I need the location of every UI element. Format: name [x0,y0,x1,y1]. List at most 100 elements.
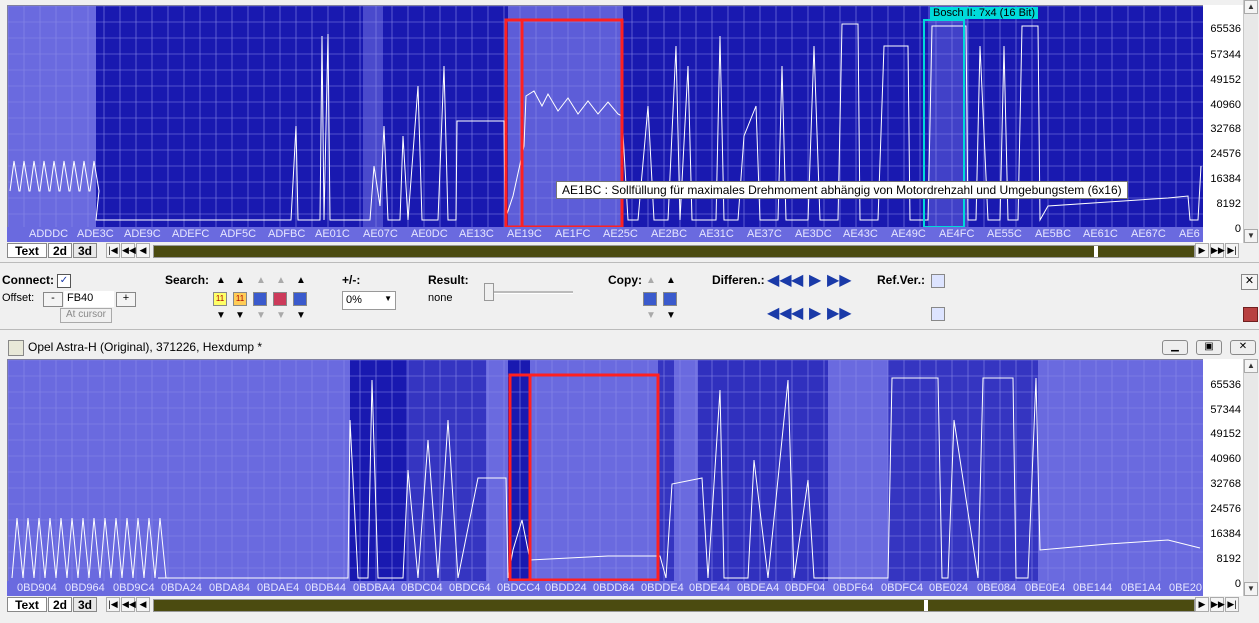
nav-fast-back-icon[interactable]: ◀◀ [121,243,136,258]
search-up-4-icon[interactable]: ▲ [276,276,286,286]
close-button[interactable]: ✕ [1230,340,1256,355]
minimize-button[interactable]: ▁ [1162,340,1188,355]
overview-position-marker[interactable] [1094,246,1098,257]
nav-first-icon[interactable]: |◀ [106,243,120,258]
search-up-3-icon[interactable]: ▲ [256,276,266,286]
search-down-3-icon[interactable]: ▼ [256,311,266,321]
scroll-up-arrow-icon[interactable]: ▲ [1244,0,1258,14]
search-value-diff-button[interactable]: 11 [233,292,247,306]
x-label: 0BDA84 [209,582,250,594]
plusminus-select[interactable]: 0% ▼ [342,291,396,310]
copy-up-1-icon[interactable]: ▲ [646,276,656,286]
x-label: AE61C [1083,228,1118,240]
chevron-down-icon[interactable]: ▼ [384,294,392,303]
differen-label: Differen.: [712,273,765,287]
x-label: 0BDD24 [545,582,587,594]
search-up-1-icon[interactable]: ▲ [216,276,226,286]
overview-strip[interactable] [153,599,1195,612]
diff-next-icon[interactable]: ▶ [809,273,821,289]
offset-input[interactable]: FB40 [64,291,114,307]
tab-2d[interactable]: 2d [48,597,72,612]
diff2-next-icon[interactable]: ▶ [809,306,821,322]
nav-back-icon[interactable]: ◀ [136,597,150,612]
copy-down-2-icon[interactable]: ▼ [666,311,676,321]
diff2-last-icon[interactable]: ▶▶ [827,306,852,322]
result-slider-track[interactable] [485,291,573,294]
search-value-button[interactable]: 11 [213,292,227,306]
search-map-button[interactable] [253,292,267,306]
diff-prev-icon[interactable]: ◀ [791,273,803,289]
tab-2d[interactable]: 2d [48,243,72,258]
copy-up-2-icon[interactable]: ▲ [666,276,676,286]
search-map-diff-button[interactable] [273,292,287,306]
nav-forward-icon[interactable]: ▶ [1195,243,1209,258]
scroll-down-arrow-icon[interactable]: ▼ [1244,229,1258,243]
search-down-4-icon[interactable]: ▼ [276,311,286,321]
x-label: AE6 [1179,228,1200,240]
y-tick: 65536 [1210,23,1241,35]
refver-window-2-icon[interactable] [931,307,945,321]
search-table-button[interactable] [293,292,307,306]
nav-first-icon[interactable]: |◀ [106,597,120,612]
scroll-down-arrow-icon[interactable]: ▼ [1244,582,1258,596]
overview-strip[interactable] [153,245,1195,258]
bottom-vertical-scrollbar[interactable]: ▲ ▼ [1243,359,1258,596]
diff-first-icon[interactable]: ◀◀ [767,273,792,289]
connect-checkbox[interactable]: ✓ [57,274,71,288]
x-label: 0BE20 [1169,582,1203,594]
restore-button[interactable]: ▣ [1196,340,1222,355]
bottom-hexdump-pane: 65536 57344 49152 40960 32768 24576 1638… [0,359,1259,623]
bottom-x-axis-labels: 0BD904 0BD964 0BD9C4 0BDA24 0BDA84 0BDAE… [7,581,1203,596]
copy-table-button[interactable] [663,292,677,306]
result-slider-thumb[interactable] [484,283,494,301]
top-vertical-scrollbar[interactable]: ▲ ▼ [1243,0,1258,243]
offset-minus-button[interactable]: - [43,292,63,307]
y-tick: 0 [1234,223,1241,235]
diff2-prev-icon[interactable]: ◀ [791,306,803,322]
search-down-2-icon[interactable]: ▼ [235,311,245,321]
nav-back-icon[interactable]: ◀ [136,243,150,258]
y-tick: 40960 [1210,453,1241,465]
search-up-5-icon[interactable]: ▲ [296,276,306,286]
x-label: AE67C [1131,228,1166,240]
overview-position-marker[interactable] [924,600,928,611]
plusminus-label: +/-: [342,273,361,287]
nav-last-icon[interactable]: ▶| [1225,243,1239,258]
copy-down-1-icon[interactable]: ▼ [646,311,656,321]
close-toolbar-icon[interactable]: ✕ [1241,274,1258,290]
map-tag-label[interactable]: Bosch II: 7x4 (16 Bit) [930,7,1039,19]
offset-label: Offset: [2,292,35,304]
nav-forward-icon[interactable]: ▶ [1195,597,1209,612]
search-down-5-icon[interactable]: ▼ [296,311,306,321]
book-icon[interactable] [1243,307,1258,322]
y-tick: 24576 [1210,148,1241,160]
diff2-first-icon[interactable]: ◀◀ [767,306,792,322]
nav-fast-forward-icon[interactable]: ▶▶ [1210,597,1225,612]
tab-3d[interactable]: 3d [73,243,97,258]
data-band [350,360,406,582]
nav-fast-back-icon[interactable]: ◀◀ [121,597,136,612]
x-label: AE25C [603,228,638,240]
x-label: 0BDFC4 [881,582,924,594]
bottom-2d-plot[interactable] [7,359,1205,583]
bottom-view-tabs-bar: Text 2d 3d |◀ ◀◀ ◀ ▶ ▶▶ ▶| [7,597,1257,613]
search-up-2-icon[interactable]: ▲ [235,276,245,286]
x-label: AE13C [459,228,494,240]
nav-last-icon[interactable]: ▶| [1225,597,1239,612]
at-cursor-button[interactable]: At cursor [60,308,112,323]
tab-text[interactable]: Text [7,597,47,612]
x-label: AE5BC [1035,228,1072,240]
refver-window-icon[interactable] [931,274,945,288]
y-tick: 49152 [1210,74,1241,86]
offset-plus-button[interactable]: + [116,292,136,307]
diff-last-icon[interactable]: ▶▶ [827,273,852,289]
scroll-up-arrow-icon[interactable]: ▲ [1244,359,1258,373]
x-label: 0BD904 [17,582,57,594]
nav-fast-forward-icon[interactable]: ▶▶ [1210,243,1225,258]
search-down-1-icon[interactable]: ▼ [216,311,226,321]
tab-text[interactable]: Text [7,243,47,258]
data-band [698,360,828,582]
tab-3d[interactable]: 3d [73,597,97,612]
copy-map-button[interactable] [643,292,657,306]
y-tick: 57344 [1210,49,1241,61]
